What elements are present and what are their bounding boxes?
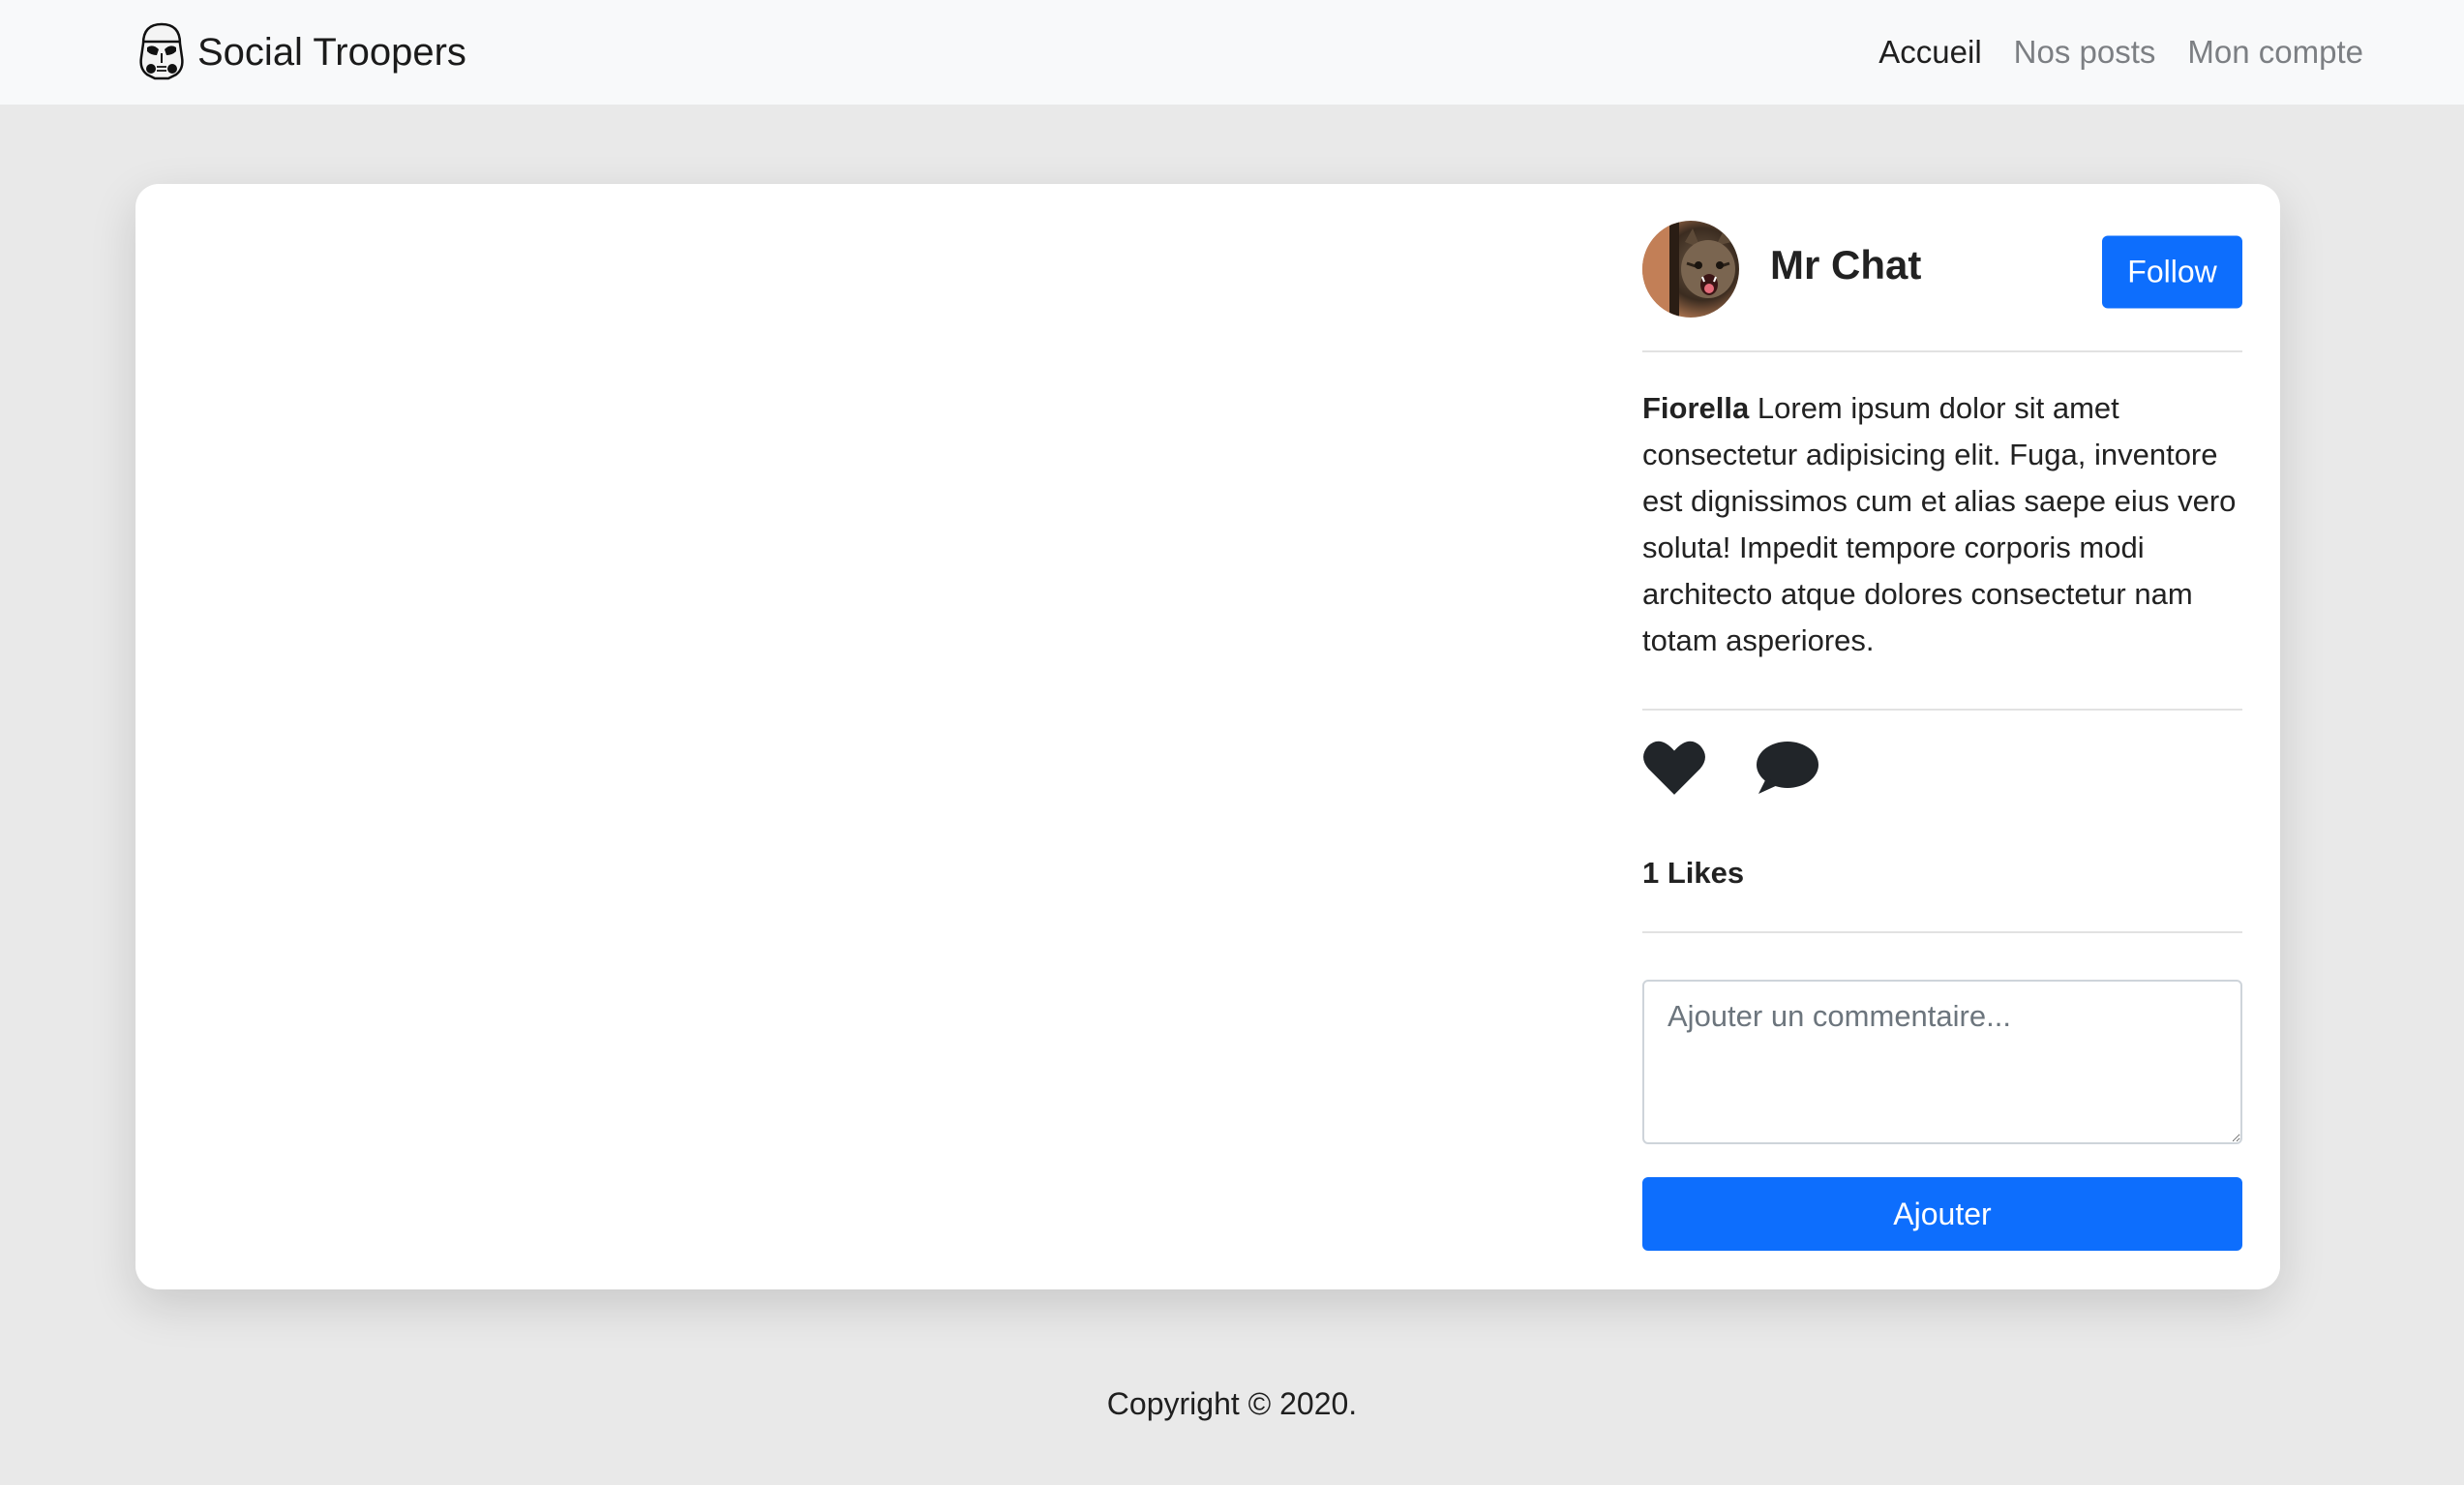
nav-link-nos-posts[interactable]: Nos posts [2014, 34, 2156, 71]
nav-link-mon-compte[interactable]: Mon compte [2187, 34, 2363, 71]
speech-bubble-icon[interactable] [1755, 740, 1818, 796]
divider [1642, 931, 2242, 933]
post-sidebar: Mr Chat Follow Fiorella Lorem ipsum dolo… [1642, 184, 2242, 1289]
navbar: Social Troopers Accueil Nos posts Mon co… [0, 0, 2464, 105]
caption-author: Fiorella [1642, 391, 1750, 425]
post-card: Mr Chat Follow Fiorella Lorem ipsum dolo… [135, 184, 2280, 1289]
author-name[interactable]: Mr Chat [1770, 242, 1921, 288]
post-actions [1642, 734, 1818, 802]
nav-links: Accueil Nos posts Mon compte [1847, 0, 2363, 105]
cat-avatar-icon [1642, 221, 1735, 318]
nav-link-accueil[interactable]: Accueil [1878, 34, 1981, 71]
divider [1642, 350, 2242, 352]
footer-copyright: Copyright © 2020. [1106, 1386, 1358, 1421]
follow-button[interactable]: Follow [2102, 235, 2242, 309]
add-comment-button[interactable]: Ajouter [1642, 1177, 2242, 1251]
brand-name: Social Troopers [197, 30, 466, 74]
comment-input[interactable] [1642, 980, 2242, 1144]
divider [1642, 709, 2242, 711]
post-author: Mr Chat Follow [1642, 221, 2242, 321]
heart-icon[interactable] [1642, 739, 1706, 797]
author-avatar[interactable] [1642, 221, 1739, 318]
caption-text: Lorem ipsum dolor sit amet consectetur a… [1642, 391, 2237, 657]
stormtrooper-helmet-icon [134, 20, 190, 85]
brand[interactable]: Social Troopers [134, 19, 466, 85]
post-caption: Fiorella Lorem ipsum dolor sit amet cons… [1642, 385, 2242, 664]
likes-count: 1 Likes [1642, 856, 1745, 890]
